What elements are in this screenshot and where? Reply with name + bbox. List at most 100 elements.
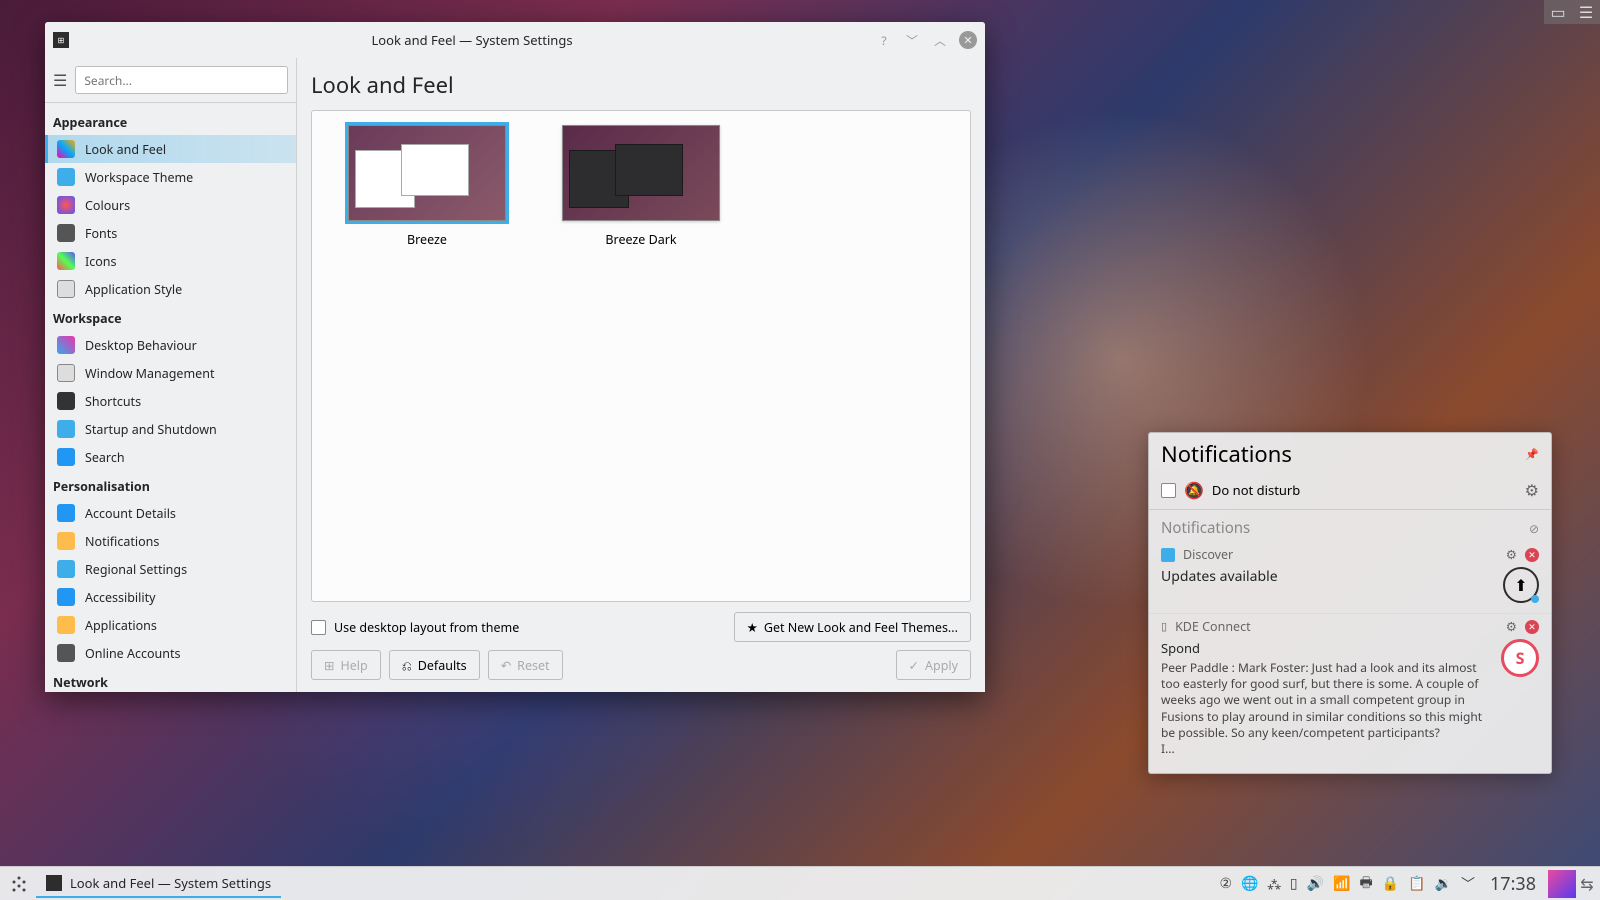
sidebar-item-icon (57, 504, 75, 522)
main-panel: Look and Feel BreezeBreeze Dark Use desk… (297, 58, 985, 692)
dnd-settings-icon[interactable]: ⚙ (1525, 479, 1539, 501)
sidebar-item[interactable]: Look and Feel (45, 135, 296, 163)
spond-app-icon: S (1501, 639, 1539, 677)
titlebar[interactable]: ⊞ Look and Feel — System Settings ? ﹀ ︿ … (45, 22, 985, 58)
taskbar-showdesktop-icon[interactable]: ⇆ (1578, 872, 1596, 896)
theme-thumbnail (562, 125, 720, 221)
window-title: Look and Feel — System Settings (69, 31, 875, 49)
task-app-icon (46, 875, 62, 891)
taskbar: Look and Feel — System Settings ② 🌐 ⁂ ▯ … (0, 866, 1600, 900)
pin-icon[interactable]: 📌 (1525, 447, 1539, 462)
app-icon: ⊞ (53, 32, 69, 48)
use-desktop-layout-checkbox[interactable]: Use desktop layout from theme (311, 619, 519, 636)
defaults-button[interactable]: ⎌ Defaults (389, 650, 480, 680)
help-icon[interactable]: ? (875, 31, 893, 49)
notif-close-icon[interactable]: ✕ (1525, 620, 1539, 634)
sidebar-item-label: Look and Feel (85, 141, 166, 158)
sidebar-item-icon (57, 336, 75, 354)
sidebar-list[interactable]: AppearanceLook and FeelWorkspace ThemeCo… (45, 102, 296, 692)
tray-wifi-icon[interactable]: 📶 (1333, 874, 1350, 893)
defaults-icon: ⎌ (402, 657, 412, 674)
tray-bluetooth-icon[interactable]: ⁂ (1267, 875, 1280, 892)
dnd-checkbox[interactable] (1161, 483, 1176, 498)
clear-all-icon[interactable]: ⊘ (1529, 520, 1539, 537)
sidebar-item[interactable]: Desktop Behaviour (45, 331, 296, 359)
search-input[interactable] (75, 66, 288, 94)
apply-button[interactable]: ✓ Apply (896, 650, 971, 680)
sidebar-item-label: Startup and Shutdown (85, 421, 217, 438)
star-icon: ★ (747, 619, 758, 636)
sidebar-item-icon (57, 588, 75, 606)
sidebar-item[interactable]: Applications (45, 611, 296, 639)
theme-thumbnail (348, 125, 506, 221)
tray-speaker-icon[interactable]: 🔉 (1435, 874, 1452, 893)
reset-icon: ↶ (501, 657, 511, 674)
minimize-icon[interactable]: ﹀ (903, 31, 921, 49)
help-small-icon: ⊞ (324, 657, 334, 674)
tray-phone-icon[interactable]: ▯ (1290, 874, 1298, 893)
notification-item-kdeconnect[interactable]: ▯ KDE Connect ⚙ ✕ Spond Peer Paddle : Ma… (1149, 614, 1551, 767)
screen-corner-controls: ▭ ☰ (1544, 0, 1600, 24)
sidebar-item[interactable]: Notifications (45, 527, 296, 555)
sidebar-item-label: Accessibility (85, 589, 156, 606)
sidebar-item[interactable]: Online Accounts (45, 639, 296, 667)
get-new-themes-button[interactable]: ★ Get New Look and Feel Themes... (734, 612, 971, 642)
start-menu-icon[interactable] (4, 869, 34, 899)
close-icon[interactable]: ✕ (959, 31, 977, 49)
reset-button[interactable]: ↶ Reset (488, 650, 563, 680)
sidebar-item[interactable]: Search (45, 443, 296, 471)
notif-title: Updates available (1161, 567, 1493, 586)
tray-circled-2-icon[interactable]: ② (1219, 874, 1232, 893)
corner-settings-icon[interactable]: ☰ (1572, 0, 1600, 24)
notifications-section-label: Notifications (1161, 518, 1250, 538)
tray-printer-icon[interactable]: 🖶 (1359, 872, 1372, 896)
sidebar-item-icon (57, 420, 75, 438)
sidebar-item-label: Workspace Theme (85, 169, 193, 186)
sidebar-item-label: Applications (85, 617, 157, 634)
sidebar-item[interactable]: Window Management (45, 359, 296, 387)
tray-expand-icon[interactable]: ﹀ (1461, 874, 1475, 894)
phone-icon: ▯ (1161, 619, 1167, 634)
checkbox-icon[interactable] (311, 620, 326, 635)
help-button[interactable]: ⊞ Help (311, 650, 381, 680)
sidebar-item-icon (57, 252, 75, 270)
sidebar-item[interactable]: Fonts (45, 219, 296, 247)
sidebar-item[interactable]: Workspace Theme (45, 163, 296, 191)
sidebar-item[interactable]: Accessibility (45, 583, 296, 611)
corner-monitor-icon[interactable]: ▭ (1544, 0, 1572, 24)
sidebar-item-icon (57, 140, 75, 158)
taskbar-activity-icon[interactable] (1548, 870, 1576, 898)
maximize-icon[interactable]: ︿ (931, 31, 949, 49)
sidebar-item[interactable]: Shortcuts (45, 387, 296, 415)
theme-card[interactable]: Breeze Dark (562, 125, 720, 248)
theme-label: Breeze Dark (562, 231, 720, 248)
notif-close-icon[interactable]: ✕ (1525, 548, 1539, 562)
sidebar-item-label: Fonts (85, 225, 117, 242)
notif-settings-icon[interactable]: ⚙ (1506, 618, 1517, 635)
sidebar-item-label: Window Management (85, 365, 214, 382)
sidebar-item-label: Desktop Behaviour (85, 337, 197, 354)
notifications-heading: Notifications (1161, 439, 1525, 469)
tray-lock-icon[interactable]: 🔒 (1382, 874, 1399, 893)
hamburger-icon[interactable]: ☰ (53, 69, 67, 91)
theme-card[interactable]: Breeze (348, 125, 506, 248)
sidebar-item-label: Search (85, 449, 125, 466)
tray-volume-icon[interactable]: 🔊 (1307, 874, 1324, 893)
tray-globe-icon[interactable]: 🌐 (1241, 874, 1258, 893)
tray-clipboard-icon[interactable]: 📋 (1408, 874, 1425, 893)
sidebar-item[interactable]: Colours (45, 191, 296, 219)
sidebar-item[interactable]: Application Style (45, 275, 296, 303)
notif-settings-icon[interactable]: ⚙ (1506, 546, 1517, 563)
sidebar-category: Network (45, 667, 296, 692)
taskbar-task[interactable]: Look and Feel — System Settings (36, 870, 281, 898)
discover-app-icon (1161, 548, 1175, 562)
notif-body: Peer Paddle : Mark Foster: Just had a lo… (1161, 660, 1491, 741)
sidebar-item[interactable]: Startup and Shutdown (45, 415, 296, 443)
sidebar-item[interactable]: Regional Settings (45, 555, 296, 583)
notif-subtitle: Spond (1161, 639, 1491, 657)
sidebar-item[interactable]: Account Details (45, 499, 296, 527)
sidebar-item[interactable]: Icons (45, 247, 296, 275)
taskbar-clock[interactable]: 17:38 (1484, 872, 1542, 896)
notification-item-discover[interactable]: Discover ⚙ ✕ Updates available ⬆ (1149, 542, 1551, 614)
system-settings-window: ⊞ Look and Feel — System Settings ? ﹀ ︿ … (45, 22, 985, 692)
